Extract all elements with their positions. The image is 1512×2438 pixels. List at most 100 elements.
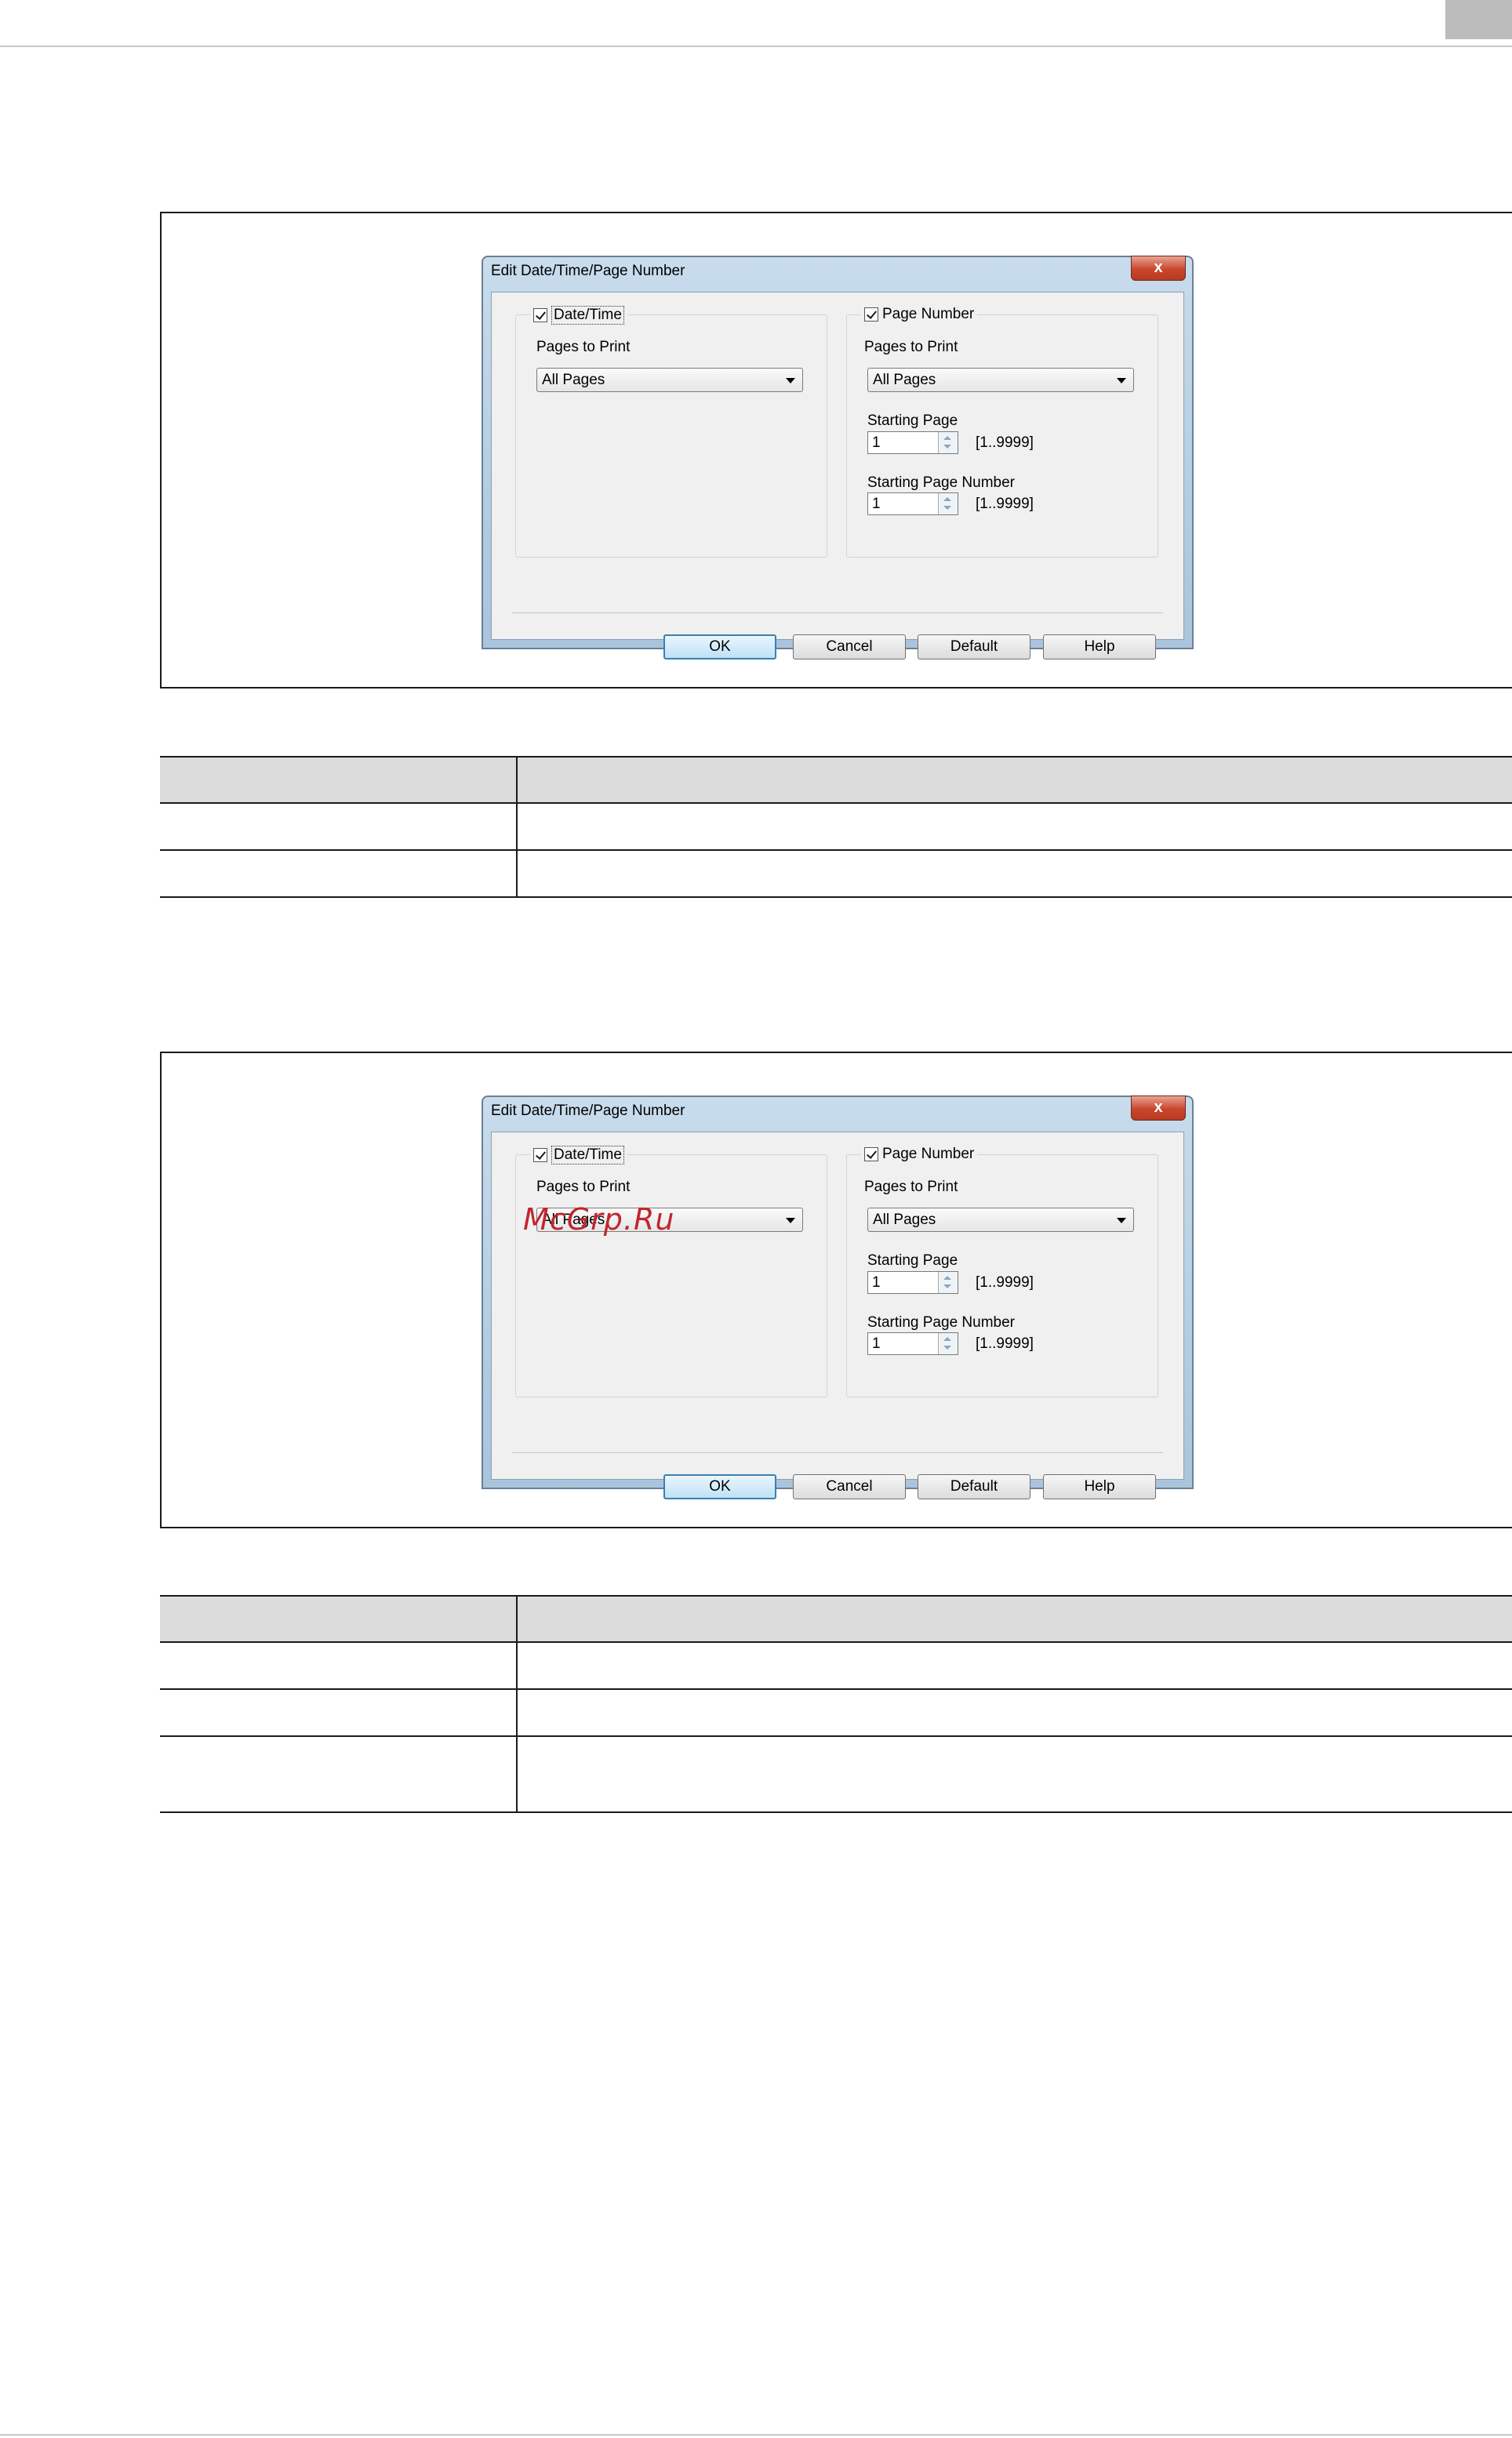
table-cell: [160, 802, 518, 850]
spin-down-icon[interactable]: [943, 1284, 951, 1288]
spinner-buttons[interactable]: [938, 493, 958, 514]
spin-down-icon[interactable]: [943, 445, 951, 449]
page-number-checkbox-label[interactable]: Page Number: [882, 306, 974, 323]
table-cell: [160, 1595, 518, 1642]
page-number-checkbox[interactable]: [864, 307, 878, 322]
pages-to-print-label: Pages to Print: [536, 1179, 631, 1195]
spin-down-icon[interactable]: [943, 506, 951, 510]
pages-to-print-value: All Pages: [873, 372, 936, 388]
starting-page-range: [1..9999]: [976, 434, 1034, 451]
cancel-button[interactable]: Cancel: [793, 634, 906, 659]
chevron-down-icon: [1117, 1218, 1126, 1223]
table-header-row: [160, 756, 1512, 803]
date-time-checkbox[interactable]: [533, 1148, 547, 1162]
table-cell: [517, 849, 1512, 898]
starting-page-value: 1: [872, 1274, 881, 1291]
dialog-client-area: Date/Time Pages to Print All Pages Page …: [491, 1132, 1184, 1499]
settings-table-2: [160, 1595, 1512, 1813]
spin-up-icon[interactable]: [943, 497, 951, 501]
page-number-checkbox[interactable]: [864, 1147, 878, 1161]
screenshot-frame-1: Edit Date/Time/Page Number x Date/Time P…: [160, 212, 1512, 689]
spin-up-icon[interactable]: [943, 1276, 951, 1280]
header-rule: [0, 45, 1512, 47]
starting-page-label: Starting Page: [867, 412, 958, 429]
pages-to-print-value: All Pages: [873, 1212, 936, 1228]
close-button[interactable]: x: [1131, 256, 1186, 281]
spinner-buttons[interactable]: [938, 432, 958, 453]
starting-page-number-spinner[interactable]: 1: [867, 492, 958, 515]
table-cell: [517, 1641, 1512, 1689]
date-time-checkbox-label[interactable]: Date/Time: [551, 1146, 624, 1164]
starting-page-spinner[interactable]: 1: [867, 1271, 958, 1294]
starting-page-number-spinner[interactable]: 1: [867, 1332, 958, 1355]
table-cell: [517, 1595, 1512, 1642]
table-cell: [160, 756, 518, 803]
table-row: [160, 1641, 1512, 1689]
page-number-group-header: Page Number: [861, 1146, 978, 1163]
footer-rule: [0, 2434, 1512, 2436]
table-cell: [160, 849, 518, 898]
table-row: [160, 1735, 1512, 1813]
pages-to-print-select[interactable]: All Pages: [867, 1208, 1134, 1232]
watermark: McGrp.Ru: [523, 1202, 675, 1237]
dialog-title: Edit Date/Time/Page Number: [491, 263, 685, 279]
table-cell: [160, 1735, 518, 1813]
date-time-group-header: Date/Time: [530, 306, 627, 325]
help-button[interactable]: Help: [1043, 1474, 1156, 1499]
pages-to-print-label: Pages to Print: [864, 1179, 958, 1195]
starting-page-number-value: 1: [872, 1335, 881, 1352]
spin-up-icon[interactable]: [943, 436, 951, 440]
button-separator: [512, 1452, 1163, 1453]
default-button[interactable]: Default: [918, 634, 1030, 659]
page-number-group-header: Page Number: [861, 306, 978, 323]
starting-page-number-label: Starting Page Number: [867, 1314, 1015, 1331]
pages-to-print-label: Pages to Print: [864, 339, 958, 355]
table-cell: [160, 1688, 518, 1736]
pages-to-print-label: Pages to Print: [536, 339, 631, 355]
starting-page-number-range: [1..9999]: [976, 1335, 1034, 1352]
page-number-checkbox-label[interactable]: Page Number: [882, 1146, 974, 1163]
table-cell: [517, 1735, 1512, 1813]
table-row: [160, 1688, 1512, 1736]
spin-down-icon[interactable]: [943, 1346, 951, 1350]
starting-page-number-range: [1..9999]: [976, 496, 1034, 512]
table-cell: [517, 756, 1512, 803]
page-number-group: Page Number Pages to Print All Pages Sta…: [846, 1146, 1158, 1397]
spin-up-icon[interactable]: [943, 1337, 951, 1341]
date-time-group-header: Date/Time: [530, 1146, 627, 1164]
settings-table-1: [160, 756, 1512, 898]
table-cell: [160, 1641, 518, 1689]
pages-to-print-value: All Pages: [542, 372, 605, 388]
close-button[interactable]: x: [1131, 1095, 1186, 1121]
pages-to-print-select[interactable]: All Pages: [536, 368, 803, 392]
date-time-checkbox-label[interactable]: Date/Time: [551, 306, 624, 325]
dialog-client-area: Date/Time Pages to Print All Pages Page …: [491, 292, 1184, 659]
chevron-down-icon: [786, 1218, 795, 1223]
screenshot-frame-2: Edit Date/Time/Page Number x Date/Time P…: [160, 1052, 1512, 1528]
starting-page-number-label: Starting Page Number: [867, 474, 1015, 491]
help-button[interactable]: Help: [1043, 634, 1156, 659]
table-row: [160, 802, 1512, 850]
starting-page-spinner[interactable]: 1: [867, 431, 958, 454]
date-time-checkbox[interactable]: [533, 308, 547, 322]
ok-button[interactable]: OK: [663, 634, 776, 659]
page-number-group: Page Number Pages to Print All Pages Sta…: [846, 306, 1158, 558]
date-time-group: Date/Time Pages to Print All Pages: [515, 1146, 827, 1397]
spinner-buttons[interactable]: [938, 1333, 958, 1354]
edit-date-time-dialog: Edit Date/Time/Page Number x Date/Time P…: [482, 1095, 1194, 1499]
button-separator: [512, 612, 1163, 613]
starting-page-range: [1..9999]: [976, 1274, 1034, 1291]
table-header-row: [160, 1595, 1512, 1642]
date-time-group: Date/Time Pages to Print All Pages: [515, 306, 827, 558]
cancel-button[interactable]: Cancel: [793, 1474, 906, 1499]
ok-button[interactable]: OK: [663, 1474, 776, 1499]
table-row: [160, 849, 1512, 898]
table-cell: [517, 1688, 1512, 1736]
default-button[interactable]: Default: [918, 1474, 1030, 1499]
chevron-down-icon: [786, 378, 795, 383]
chevron-down-icon: [1117, 378, 1126, 383]
spinner-buttons[interactable]: [938, 1272, 958, 1293]
edit-date-time-dialog: Edit Date/Time/Page Number x Date/Time P…: [482, 256, 1194, 659]
pages-to-print-select[interactable]: All Pages: [867, 368, 1134, 392]
starting-page-label: Starting Page: [867, 1252, 958, 1269]
